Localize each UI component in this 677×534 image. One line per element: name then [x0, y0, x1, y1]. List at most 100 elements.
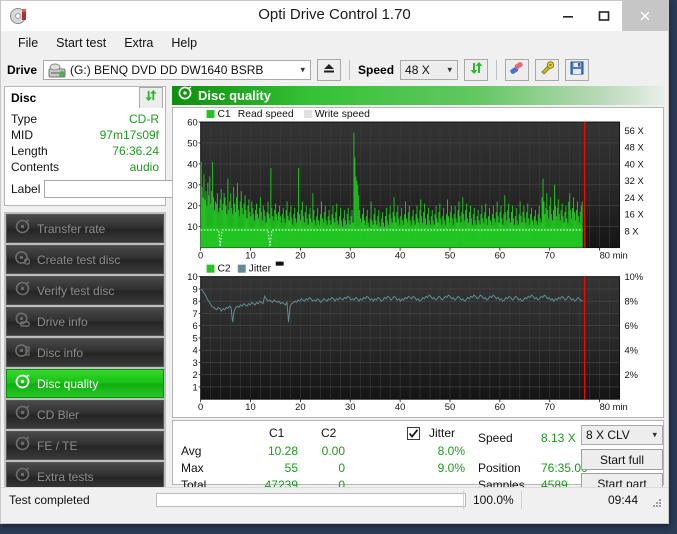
disc-icon — [15, 281, 30, 301]
sidebar-nav: Transfer rate Create test disc Verify te… — [4, 212, 166, 493]
menu-extra[interactable]: Extra — [115, 34, 162, 52]
svg-text:Read speed: Read speed — [238, 109, 294, 120]
elapsed-time-label: 09:44 — [608, 493, 638, 507]
disc-icon — [15, 467, 30, 487]
disc-refresh-button[interactable] — [139, 87, 163, 109]
svg-text:24 X: 24 X — [624, 193, 644, 204]
status-divider-2 — [521, 491, 522, 509]
sidebar-item-label: CD Bler — [37, 408, 79, 422]
disc-length-value: 76:36.24 — [112, 143, 159, 159]
stats-speed-value: 8.13 X — [541, 431, 576, 445]
svg-text:5: 5 — [192, 333, 197, 344]
toolbar-divider-2 — [496, 60, 497, 80]
svg-text:40: 40 — [395, 402, 405, 413]
svg-text:30: 30 — [345, 251, 355, 262]
sidebar-item-transfer-rate[interactable]: Transfer rate — [6, 214, 164, 243]
chevron-down-icon: ▾ — [448, 65, 453, 76]
refresh-icon — [144, 89, 158, 107]
sidebar-item-label: Disc quality — [37, 377, 98, 391]
eject-button[interactable] — [317, 59, 341, 81]
stats-speed-label: Speed — [478, 431, 513, 445]
stats-max-c2: 0 — [303, 461, 345, 475]
svg-text:40: 40 — [395, 251, 405, 262]
status-text: Test completed — [9, 493, 90, 507]
svg-text:70: 70 — [545, 251, 555, 262]
sidebar-item-label: FE / TE — [37, 439, 77, 453]
drive-icon — [48, 63, 66, 79]
svg-text:60: 60 — [495, 402, 505, 413]
svg-text:10%: 10% — [624, 272, 643, 283]
sidebar-item-verify-test-disc[interactable]: Verify test disc — [6, 276, 164, 305]
disc-icon — [15, 436, 30, 456]
erase-button[interactable] — [505, 59, 529, 81]
drive-select[interactable]: (G:) BENQ DVD DD DW1640 BSRB ▾ — [43, 60, 311, 80]
svg-text:6%: 6% — [624, 321, 638, 332]
sidebar-item-label: Transfer rate — [37, 222, 105, 236]
left-panel: Disc Type CD-R MID 97m — [1, 86, 169, 487]
svg-text:4%: 4% — [624, 346, 638, 357]
sidebar-item-cd-bler[interactable]: CD Bler — [6, 400, 164, 429]
menu-bar: File Start test Extra Help — [1, 32, 668, 54]
sidebar-item-label: Drive info — [37, 315, 88, 329]
menu-start-test[interactable]: Start test — [47, 34, 115, 52]
svg-text:10: 10 — [245, 251, 255, 262]
svg-text:0: 0 — [198, 251, 203, 262]
sidebar-item-label: Create test disc — [37, 253, 120, 267]
maximize-button[interactable] — [586, 1, 622, 31]
svg-text:70: 70 — [545, 402, 555, 413]
save-button[interactable] — [565, 59, 589, 81]
disc-type-value: CD-R — [129, 111, 159, 127]
disc-contents-label: Contents — [11, 159, 59, 175]
write-speed-select[interactable]: 8 X CLV ▾ — [581, 425, 663, 445]
sidebar-item-create-test-disc[interactable]: Create test disc — [6, 245, 164, 274]
disc-info-row: Contents audio — [11, 159, 159, 175]
svg-text:50: 50 — [445, 402, 455, 413]
eraser-icon — [509, 61, 525, 80]
status-bar: Test completed 100.0% 09:44 — [1, 487, 668, 512]
sidebar-item-label: Extra tests — [37, 470, 94, 484]
speed-label: Speed — [358, 63, 394, 77]
svg-text:8%: 8% — [624, 297, 638, 308]
disc-icon — [15, 219, 30, 239]
speed-select[interactable]: 48 X ▾ — [400, 60, 458, 80]
svg-text:3: 3 — [192, 358, 197, 369]
tools-icon — [539, 61, 555, 80]
drive-select-value: (G:) BENQ DVD DD DW1640 BSRB — [70, 63, 263, 77]
sidebar-item-drive-info[interactable]: Drive info — [6, 307, 164, 336]
close-button[interactable] — [622, 1, 668, 31]
svg-text:2%: 2% — [624, 370, 638, 381]
sidebar-item-disc-quality[interactable]: Disc quality — [6, 369, 164, 398]
disc-panel-title: Disc — [11, 91, 36, 105]
svg-text:1: 1 — [192, 382, 197, 393]
quality-charts-svg: C1Read speedWrite speed1020304050608 X16… — [173, 108, 663, 417]
charts-area[interactable]: C1Read speedWrite speed1020304050608 X16… — [172, 107, 664, 418]
jitter-checkbox[interactable] — [407, 427, 420, 440]
status-divider-1 — [463, 491, 464, 509]
disc-info-panel: Type CD-R MID 97m17s09f Length 76:36.24 … — [4, 108, 166, 206]
disc-quality-icon — [15, 374, 30, 394]
minimize-button[interactable] — [550, 1, 586, 31]
start-full-button[interactable]: Start full — [581, 449, 663, 470]
stats-avg-jitter: 8.0% — [419, 444, 465, 458]
refresh-button[interactable] — [464, 59, 488, 81]
tools-button[interactable] — [535, 59, 559, 81]
stats-position-label: Position — [478, 461, 521, 475]
menu-file[interactable]: File — [9, 34, 47, 52]
menu-help[interactable]: Help — [162, 34, 206, 52]
svg-text:0: 0 — [198, 402, 203, 413]
sidebar-item-disc-info[interactable]: Disc info — [6, 338, 164, 367]
application-window: Opti Drive Control 1.70 File Start test … — [0, 0, 669, 524]
svg-text:60: 60 — [187, 118, 197, 129]
sidebar-item-fe-te[interactable]: FE / TE — [6, 431, 164, 460]
resize-grip[interactable] — [651, 497, 663, 509]
disc-burn-icon — [15, 250, 30, 270]
svg-text:30: 30 — [345, 402, 355, 413]
disc-panel-header: Disc — [4, 86, 166, 108]
right-panel: Disc quality C1Read speedWrite speed1020… — [169, 86, 668, 487]
svg-text:2: 2 — [192, 370, 197, 381]
title-bar: Opti Drive Control 1.70 — [1, 1, 668, 32]
save-icon — [570, 61, 584, 80]
progress-percent-label: 100.0% — [473, 493, 514, 507]
disc-label-caption: Label — [11, 182, 40, 196]
disc-length-label: Length — [11, 143, 48, 159]
